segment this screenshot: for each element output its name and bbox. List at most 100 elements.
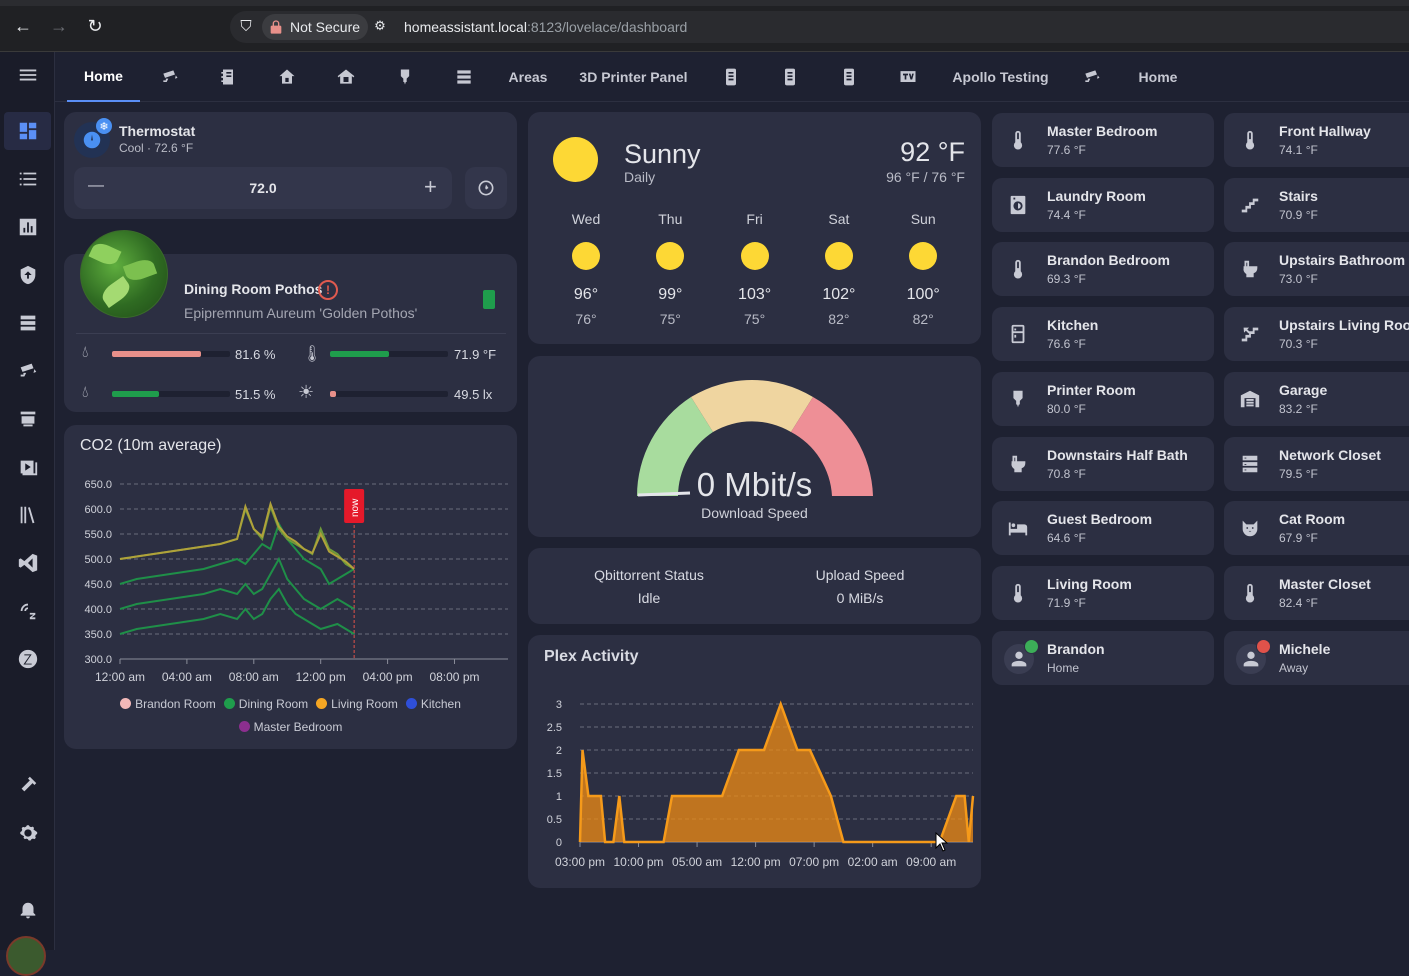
legend-swatch	[316, 698, 328, 709]
zwave-icon[interactable]	[4, 640, 51, 678]
sensor-tile[interactable]: Master Bedroom 77.6 °F	[992, 113, 1214, 167]
legend-swatch	[120, 698, 132, 709]
sensor-tile[interactable]: Front Hallway 74.1 °F	[1224, 113, 1409, 167]
legend-item[interactable]: Kitchen	[405, 693, 461, 716]
current-temperature: 92 °F	[900, 137, 965, 167]
tab-cctv[interactable]	[155, 52, 185, 102]
developer-tools-icon[interactable]	[4, 766, 51, 804]
cctv-icon[interactable]	[4, 352, 51, 390]
notebook-icon	[221, 69, 233, 85]
tile-value: 76.6 °F	[1047, 337, 1086, 351]
forecast-low: 76°	[575, 311, 597, 327]
tab-apollo-testing[interactable]: Apollo Testing	[943, 52, 1058, 102]
legend-item[interactable]: Living Room	[316, 693, 398, 716]
tab-home-2[interactable]: Home	[1128, 52, 1188, 102]
weather-card[interactable]: Sunny Daily 92 °F 96 °F / 76 °F Wed 96° 76…	[528, 112, 981, 344]
tile-value: 82.4 °F	[1279, 596, 1318, 610]
reload-icon[interactable]: ↻	[83, 14, 107, 38]
security-shield-icon[interactable]	[4, 256, 51, 294]
co2-chart[interactable]: 300.0 350.0 400.0 450.0 500.0 550.0 600.0 650.0…	[64, 465, 517, 697]
sensor-tile[interactable]: Printer Room 80.0 °F	[992, 372, 1214, 426]
sensor-tile[interactable]: Cat Room 67.9 °F	[1224, 501, 1409, 555]
sensor-tile[interactable]: Kitchen 76.6 °F	[992, 307, 1214, 361]
browser-toolbar: ← → ↻ ⛉ Not Secure ⚙ homeassistant.local…	[0, 0, 1409, 52]
forecast-low: 75°	[659, 311, 681, 327]
site-settings-icon[interactable]: ⚙	[368, 14, 392, 38]
hacs-icon[interactable]	[4, 400, 51, 438]
menu-icon[interactable]	[4, 56, 51, 94]
qbit-status-value: Idle	[637, 590, 661, 606]
forecast-day: Sat	[828, 211, 850, 227]
tab-house[interactable]	[272, 52, 302, 102]
forward-icon[interactable]: →	[47, 14, 71, 38]
legend-item[interactable]: Brandon Room	[120, 693, 216, 716]
tab-sensor-2[interactable]	[775, 52, 805, 102]
thermometer-icon	[1006, 257, 1030, 281]
media-icon[interactable]	[4, 448, 51, 486]
sensor-tile[interactable]: Stairs 70.9 °F	[1224, 178, 1409, 232]
sensor-tile[interactable]: Living Room 71.9 °F	[992, 566, 1214, 620]
site-info-button[interactable]: Not Secure	[262, 14, 369, 40]
server-icon[interactable]	[4, 304, 51, 342]
sensor-tile[interactable]: Garage 83.2 °F	[1224, 372, 1409, 426]
tile-value: 79.5 °F	[1279, 467, 1318, 481]
shield-icon[interactable]: ⛉	[234, 14, 258, 38]
forecast-sunny-icon	[824, 242, 853, 270]
back-icon[interactable]: ←	[11, 14, 35, 38]
sensor-tile[interactable]: Brandon Bedroom 69.3 °F	[992, 242, 1214, 296]
tile-value: 80.0 °F	[1047, 402, 1086, 416]
plant-problem-icon[interactable]: !	[318, 280, 338, 300]
thermostat-card[interactable]: ❄ Thermostat Cool · 72.6 °F — 72.0 +	[64, 112, 517, 219]
toilet-icon	[1238, 257, 1262, 281]
tab-printer[interactable]	[390, 52, 420, 102]
qbittorrent-card[interactable]: Qbittorrent Status Idle Upload Speed 0 M…	[528, 548, 981, 624]
tile-name: Kitchen	[1047, 317, 1099, 333]
sensor-tile[interactable]: Master Closet 82.4 °F	[1224, 566, 1409, 620]
sensor-tile[interactable]: Upstairs Living Room 70.3 °F	[1224, 307, 1409, 361]
stairs-up-icon	[1238, 322, 1262, 346]
tile-name: Network Closet	[1279, 447, 1381, 463]
sensor-tile[interactable]: Michele Away	[1224, 631, 1409, 685]
notifications-bell-icon[interactable]	[4, 892, 51, 930]
tab-cctv-2[interactable]	[1077, 52, 1107, 102]
history-chart-icon[interactable]	[4, 208, 51, 246]
tab-server[interactable]	[449, 52, 479, 102]
vscode-icon[interactable]	[4, 544, 51, 582]
tile-value: 70.8 °F	[1047, 467, 1086, 481]
url-text[interactable]: homeassistant.local:8123/lovelace/dashbo…	[404, 19, 687, 35]
hvac-mode-button[interactable]	[465, 167, 507, 209]
cctv-icon	[163, 70, 178, 82]
sensor-tile[interactable]: Guest Bedroom 64.6 °F	[992, 501, 1214, 555]
sensor-tile[interactable]: Downstairs Half Bath 70.8 °F	[992, 437, 1214, 491]
tab-sensor-1[interactable]	[716, 52, 746, 102]
legend-swatch	[223, 698, 235, 709]
tab-notebook[interactable]	[213, 52, 243, 102]
tab-home[interactable]: Home	[67, 52, 140, 102]
tab-3d-printer-panel[interactable]: 3D Printer Panel	[575, 52, 692, 102]
legend-label: Living Room	[331, 697, 398, 711]
stairs-icon	[1238, 193, 1262, 217]
sensor-tile[interactable]: Upstairs Bathroom 73.0 °F	[1224, 242, 1409, 296]
increase-button[interactable]: +	[424, 174, 437, 200]
legend-item[interactable]: Master Bedroom	[238, 716, 342, 739]
dashboard-icon[interactable]	[4, 112, 51, 150]
cctv-icon	[1085, 70, 1100, 82]
tab-tv[interactable]	[893, 52, 923, 102]
plant-card[interactable]: Dining Room Pothos ! Epipremnum Aureum '…	[64, 230, 517, 412]
logbook-icon[interactable]	[4, 160, 51, 198]
tab-areas[interactable]: Areas	[498, 52, 558, 102]
library-icon[interactable]	[4, 496, 51, 534]
download-gauge-card[interactable]: 0 Mbit/s Download Speed	[528, 356, 981, 537]
sensor-tile[interactable]: Laundry Room 74.4 °F	[992, 178, 1214, 232]
tab-sensor-3[interactable]	[834, 52, 864, 102]
forecast-high: 100°	[906, 286, 940, 303]
legend-item[interactable]: Dining Room	[223, 693, 308, 716]
plex-chart[interactable]: 0 0.5 1 1.5 2 2.5 3 03:00 pm 10:00 pm 05:00 am 12:…	[528, 685, 981, 875]
settings-gear-icon[interactable]	[4, 814, 51, 852]
tab-home-roof[interactable]	[331, 52, 361, 102]
sensor-tile[interactable]: Brandon Home	[992, 631, 1214, 685]
zigbee-icon[interactable]	[4, 592, 51, 630]
thermostat-state: Cool · 72.6 °F	[119, 141, 194, 155]
user-avatar[interactable]	[6, 936, 46, 976]
sensor-tile[interactable]: Network Closet 79.5 °F	[1224, 437, 1409, 491]
